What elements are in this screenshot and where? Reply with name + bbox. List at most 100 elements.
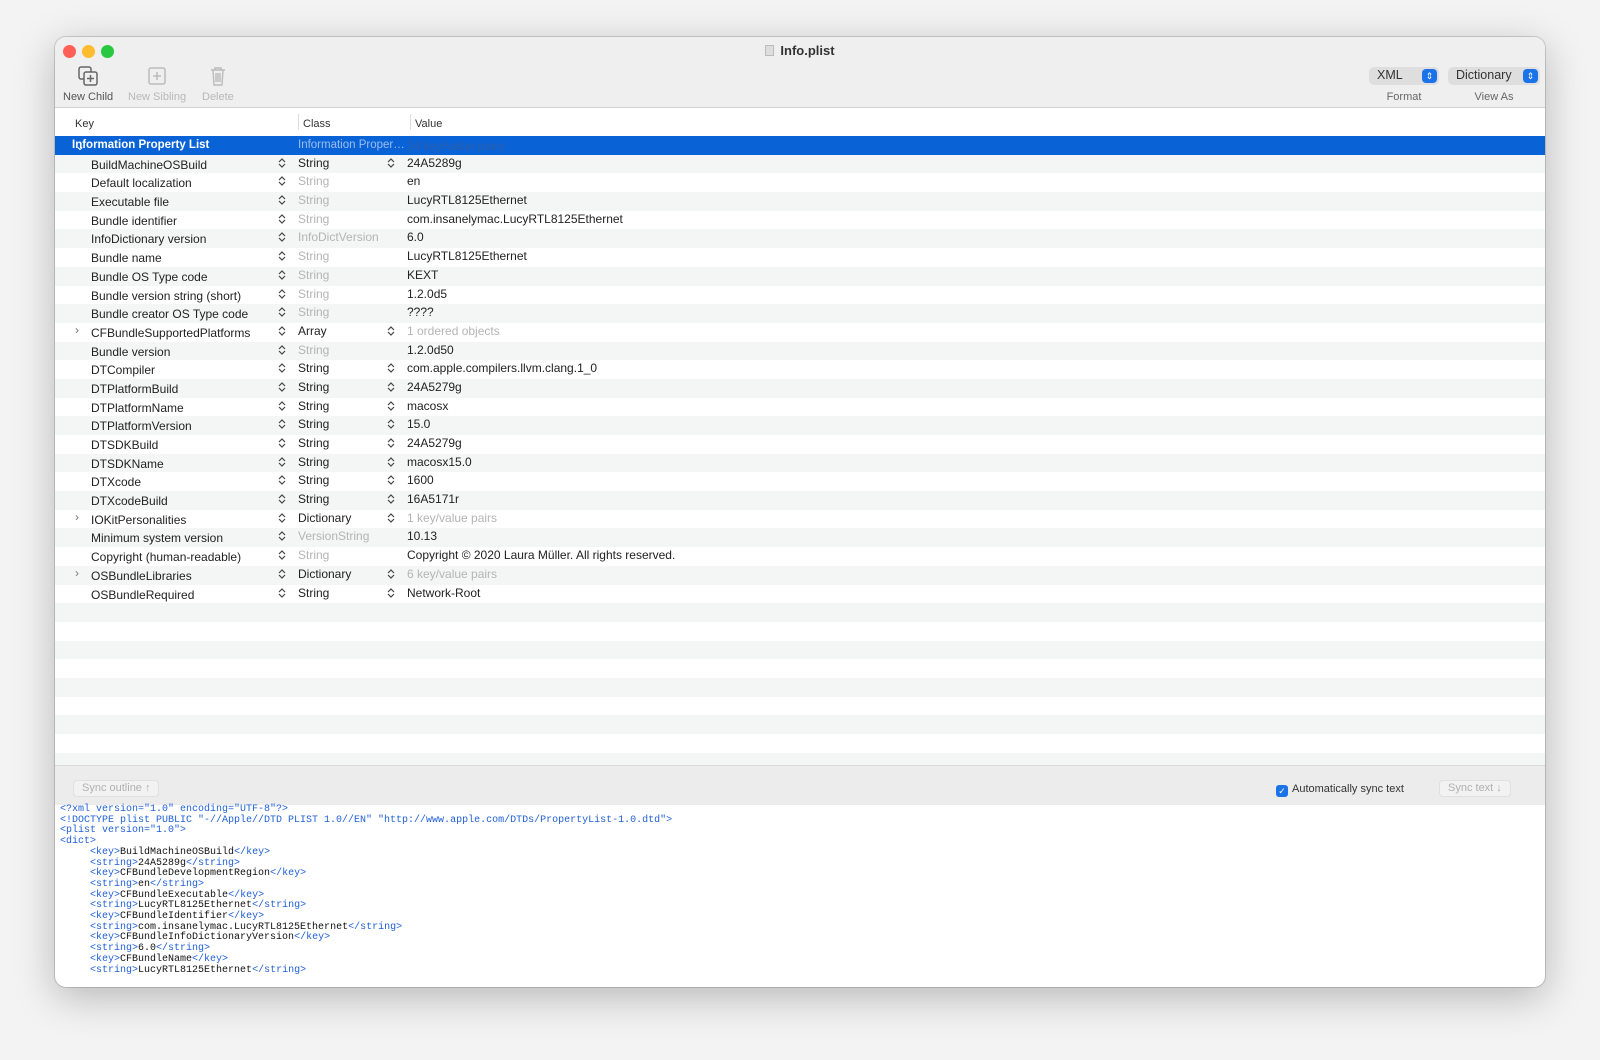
row-class[interactable]: String [298,305,329,319]
chevron-updown-icon[interactable] [278,418,286,433]
table-row[interactable]: OSBundleRequired String Network-Root [55,585,1545,604]
table-row[interactable]: Copyright (human-readable) String Copyrigh… [55,547,1545,566]
row-class[interactable]: String [298,212,329,226]
row-value[interactable]: 1600 [407,473,434,487]
row-key[interactable]: Bundle creator OS Type code [91,307,248,321]
chevron-updown-icon[interactable] [278,568,286,583]
table-row[interactable]: DTPlatformVersion String 15.0 [55,416,1545,435]
chevron-updown-icon[interactable] [278,362,286,377]
new-sibling-button[interactable]: New Sibling [128,65,186,103]
table-row[interactable]: Bundle version string (short) String 1.2.0… [55,286,1545,305]
chevron-updown-icon[interactable] [387,400,395,415]
chevron-updown-icon[interactable] [387,587,395,602]
chevron-updown-icon[interactable] [278,456,286,471]
row-key[interactable]: OSBundleRequired [91,588,194,602]
chevron-updown-icon[interactable] [278,474,286,489]
row-key[interactable]: DTXcode [91,475,141,489]
chevron-updown-icon[interactable] [387,325,395,340]
xml-source-editor[interactable]: <?xml version="1.0" encoding="UTF-8"?> <!… [60,804,672,976]
row-class[interactable]: String [298,417,329,431]
row-value[interactable]: 10.13 [407,529,437,543]
chevron-updown-icon[interactable] [278,231,286,246]
row-key[interactable]: Bundle version [91,345,170,359]
row-value[interactable]: 24A5289g [407,156,462,170]
row-key[interactable]: Bundle name [91,251,162,265]
row-class[interactable]: Dictionary [298,567,351,581]
row-key[interactable]: DTPlatformName [91,401,184,415]
row-value[interactable]: ???? [407,305,434,319]
row-value[interactable]: en [407,174,420,188]
chevron-updown-icon[interactable] [278,194,286,209]
chevron-updown-icon[interactable] [278,269,286,284]
sync-outline-button[interactable]: Sync outline ↑ [73,780,160,797]
row-class[interactable]: String [298,174,329,188]
chevron-updown-icon[interactable] [278,344,286,359]
row-value[interactable]: 24A5279g [407,436,462,450]
row-key[interactable]: DTSDKName [91,457,164,471]
table-row-root[interactable]: ⌄ Information Property List Information … [55,136,1545,155]
row-value[interactable]: 1 key/value pairs [407,511,497,525]
table-row[interactable]: DTPlatformName String macosx [55,398,1545,417]
row-value[interactable]: 6 key/value pairs [407,567,497,581]
chevron-updown-icon[interactable] [387,157,395,172]
row-key[interactable]: BuildMachineOSBuild [91,158,207,172]
table-row[interactable]: DTXcodeBuild String 16A5171r [55,491,1545,510]
table-row[interactable]: DTCompiler String com.apple.compilers.llvm… [55,360,1545,379]
table-row[interactable]: Default localization String en [55,173,1545,192]
row-class[interactable]: String [298,436,329,450]
chevron-updown-icon[interactable] [387,512,395,527]
chevron-updown-icon[interactable] [278,213,286,228]
row-key[interactable]: InfoDictionary version [91,232,206,246]
chevron-updown-icon[interactable] [278,400,286,415]
row-class[interactable]: String [298,548,329,562]
row-value[interactable]: macosx15.0 [407,455,472,469]
chevron-updown-icon[interactable] [387,456,395,471]
table-row[interactable]: InfoDictionary version InfoDictVersion 6.0 [55,229,1545,249]
row-value[interactable]: LucyRTL8125Ethernet [407,193,527,207]
chevron-updown-icon[interactable] [278,493,286,508]
row-class[interactable]: String [298,455,329,469]
row-value[interactable]: LucyRTL8125Ethernet [407,249,527,263]
row-key[interactable]: Bundle identifier [91,214,177,228]
row-value[interactable]: com.insanelymac.LucyRTL8125Ethernet [407,212,623,226]
chevron-updown-icon[interactable] [278,157,286,172]
disclosure-collapsed-icon[interactable]: › [75,510,79,524]
chevron-updown-icon[interactable] [278,437,286,452]
chevron-updown-icon[interactable] [278,587,286,602]
row-key[interactable]: Executable file [91,195,169,209]
column-divider[interactable] [410,114,411,130]
row-key[interactable]: IOKitPersonalities [91,513,186,527]
table-row[interactable]: Minimum system version VersionString 10.13 [55,528,1545,548]
column-divider[interactable] [298,114,299,130]
auto-sync-checkbox[interactable]: ✓ Automatically sync text [1276,783,1404,797]
row-key[interactable]: Bundle OS Type code [91,270,208,284]
chevron-updown-icon[interactable] [278,381,286,396]
row-class[interactable]: Array [298,324,327,338]
table-row[interactable]: Bundle name String LucyRTL8125Ethernet [55,248,1545,267]
row-class[interactable]: String [298,287,329,301]
table-row[interactable]: › CFBundleSupportedPlatforms Array 1 ordere… [55,323,1545,342]
chevron-updown-icon[interactable] [278,325,286,340]
sync-text-button[interactable]: Sync text ↓ [1439,780,1511,797]
column-header-key[interactable]: Key [75,118,94,130]
row-value[interactable]: KEXT [407,268,438,282]
chevron-updown-icon[interactable] [387,568,395,583]
row-class[interactable]: String [298,343,329,357]
format-popup[interactable]: XML ⇕ [1369,67,1439,85]
table-row[interactable]: › OSBundleLibraries Dictionary 6 key/value … [55,565,1545,585]
row-value[interactable]: 24A5279g [407,380,462,394]
row-key[interactable]: DTPlatformBuild [91,382,178,396]
table-row[interactable]: Bundle creator OS Type code String???? [55,304,1545,323]
delete-button[interactable]: Delete [202,65,234,103]
column-header-class[interactable]: Class [303,118,331,130]
table-row[interactable]: BuildMachineOSBuild String 24A5289g [55,154,1545,174]
new-child-button[interactable]: New Child [63,65,113,103]
row-class[interactable]: VersionString [298,529,369,543]
chevron-updown-icon[interactable] [387,437,395,452]
row-class[interactable]: String [298,361,329,375]
chevron-updown-icon[interactable] [278,512,286,527]
chevron-updown-icon[interactable] [278,288,286,303]
row-value[interactable]: 1.2.0d50 [407,343,454,357]
row-class[interactable]: String [298,586,329,600]
table-row[interactable]: Bundle OS Type code String KEXT [55,266,1545,286]
